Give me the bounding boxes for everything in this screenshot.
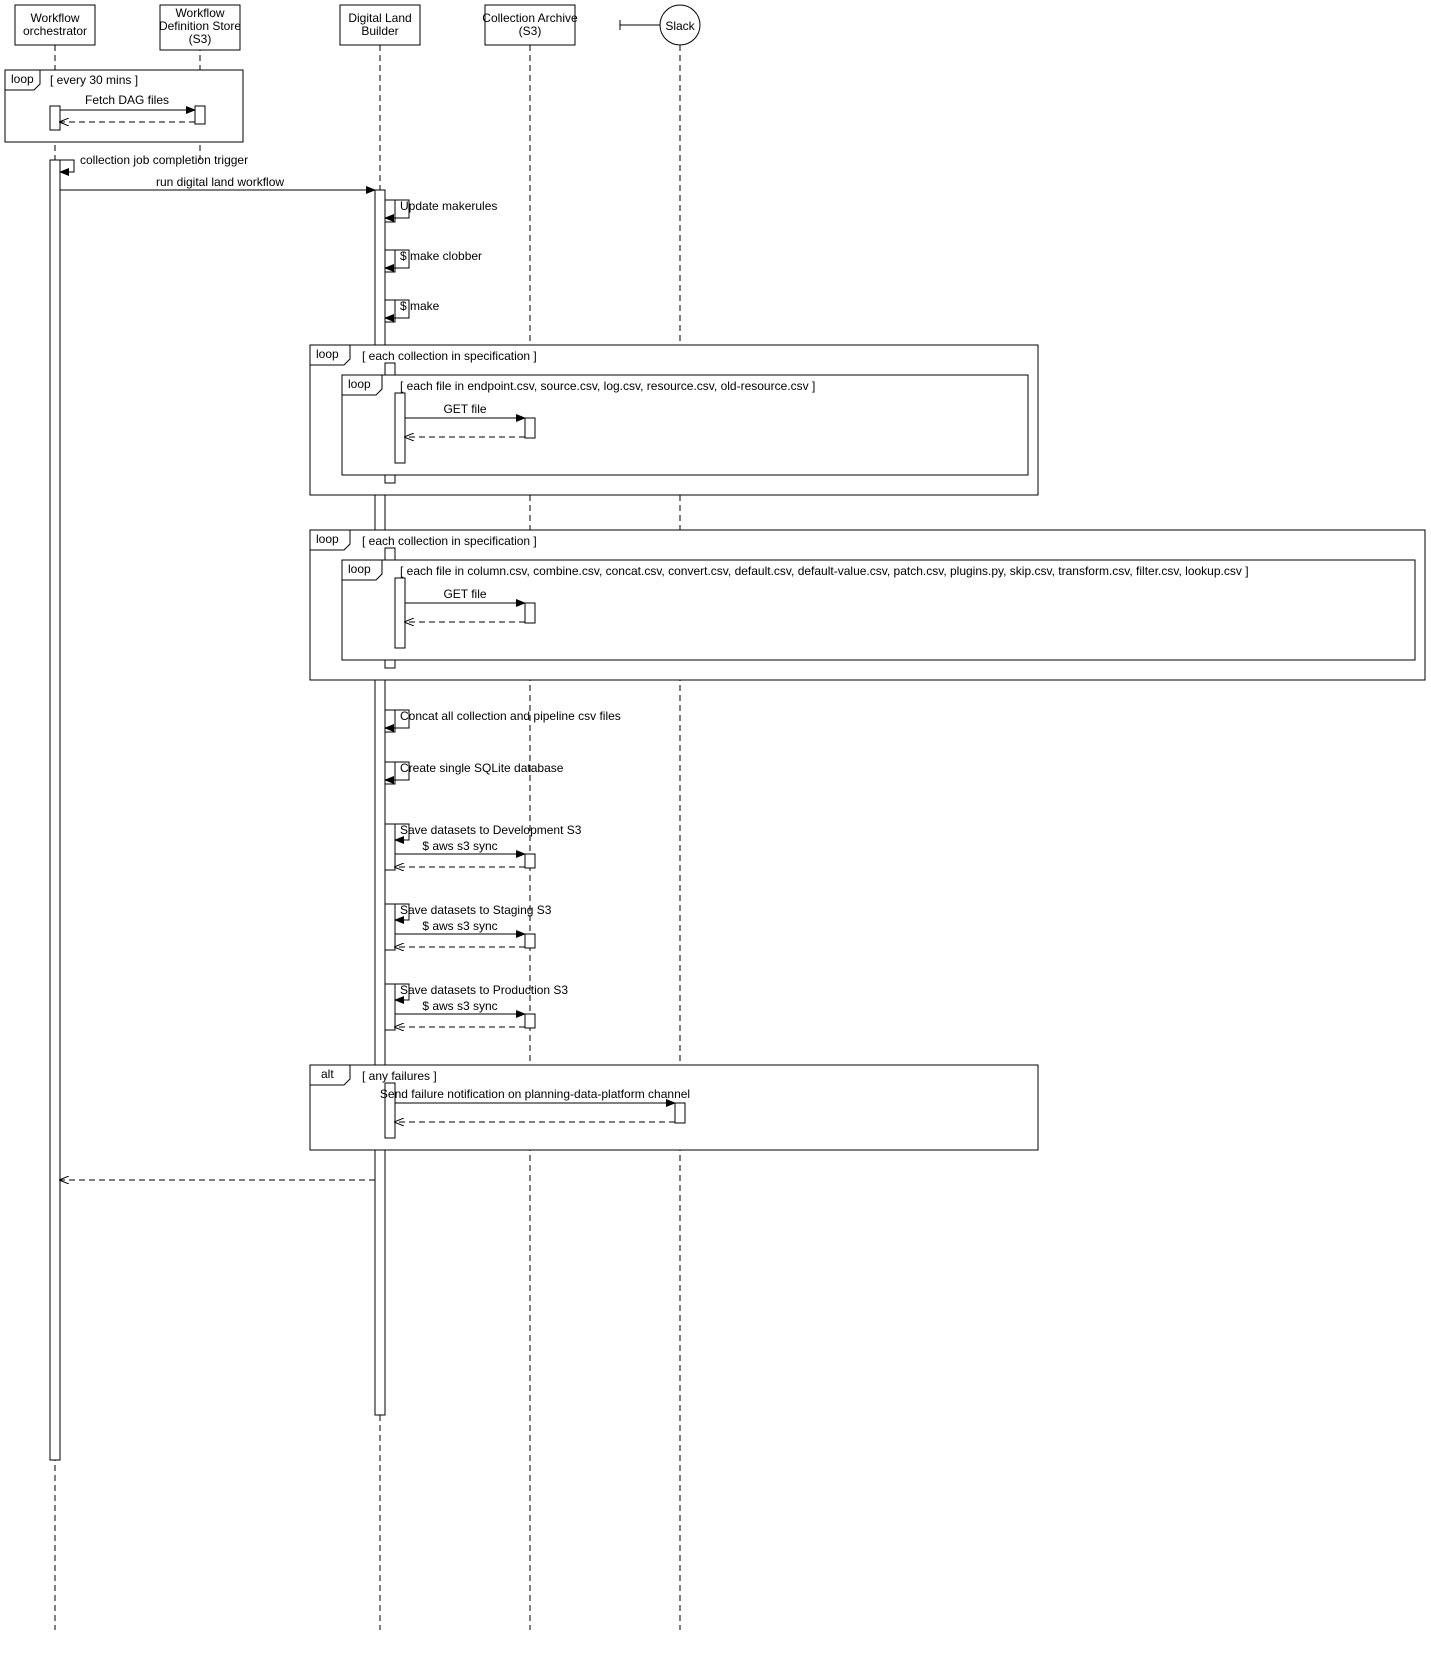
self-create-sqlite: Create single SQLite database bbox=[385, 761, 564, 784]
frame-loop-collection-1-label: loop bbox=[316, 347, 339, 361]
msg-aws-sync-dev: $ aws s3 sync bbox=[422, 839, 497, 853]
participant-archive-line2: (S3) bbox=[519, 24, 542, 38]
self-make: $ make bbox=[385, 299, 440, 322]
participant-builder-line2: Builder bbox=[361, 24, 398, 38]
participant-slack: Slack bbox=[620, 5, 700, 45]
participant-orchestrator-line2: orchestrator bbox=[23, 24, 87, 38]
participant-orchestrator-line1: Workflow bbox=[30, 11, 79, 25]
frame-loop-30mins-label: loop bbox=[11, 72, 34, 86]
frame-loop-30mins-guard: [ every 30 mins ] bbox=[50, 73, 138, 87]
frame-loop-collection-2-label: loop bbox=[316, 532, 339, 546]
frame-loop-file-2-guard: [ each file in column.csv, combine.csv, … bbox=[400, 564, 1249, 578]
self-update-makerules: Update makerules bbox=[385, 199, 497, 222]
msg-fetch-dag: Fetch DAG files bbox=[85, 93, 169, 107]
group-save-staging: Save datasets to Staging S3 $ aws s3 syn… bbox=[385, 903, 552, 950]
frame-loop-collection-1-guard: [ each collection in specification ] bbox=[362, 349, 537, 363]
msg-slack: Send failure notification on planning-da… bbox=[380, 1087, 690, 1101]
frame-loop-file-1-label: loop bbox=[348, 377, 371, 391]
msg-get-file-2: GET file bbox=[443, 587, 486, 601]
msg-update-makerules: Update makerules bbox=[400, 199, 497, 213]
msg-save-prod: Save datasets to Production S3 bbox=[400, 983, 568, 997]
frame-alt-label: alt bbox=[321, 1067, 334, 1081]
msg-make: $ make bbox=[400, 299, 440, 313]
msg-aws-sync-stage: $ aws s3 sync bbox=[422, 919, 497, 933]
participant-defstore-line2: Definition Store bbox=[159, 19, 241, 33]
msg-save-dev: Save datasets to Development S3 bbox=[400, 823, 582, 837]
frame-loop-file-2: loop [ each file in column.csv, combine.… bbox=[342, 560, 1415, 660]
msg-trigger: collection job completion trigger bbox=[80, 153, 248, 167]
msg-concat: Concat all collection and pipeline csv f… bbox=[400, 709, 621, 723]
frame-loop-file-1-guard: [ each file in endpoint.csv, source.csv,… bbox=[400, 379, 815, 393]
self-make-clobber: $ make clobber bbox=[385, 249, 482, 272]
frame-loop-file-2-label: loop bbox=[348, 562, 371, 576]
participant-slack-label: Slack bbox=[665, 19, 695, 33]
msg-create-sqlite: Create single SQLite database bbox=[400, 761, 564, 775]
frame-loop-file-1: loop [ each file in endpoint.csv, source… bbox=[342, 375, 1028, 475]
msg-get-file-1: GET file bbox=[443, 402, 486, 416]
group-save-dev: Save datasets to Development S3 $ aws s3… bbox=[385, 823, 582, 870]
participant-archive-line1: Collection Archive bbox=[482, 11, 578, 25]
frame-alt-guard: [ any failures ] bbox=[362, 1069, 437, 1083]
msg-run-workflow: run digital land workflow bbox=[156, 175, 284, 189]
msg-aws-sync-prod: $ aws s3 sync bbox=[422, 999, 497, 1013]
msg-save-stage: Save datasets to Staging S3 bbox=[400, 903, 552, 917]
frame-loop-collection-2-guard: [ each collection in specification ] bbox=[362, 534, 537, 548]
frame-alt-failures: alt [ any failures ] bbox=[310, 1065, 1038, 1150]
sequence-diagram: Workfloworchestrator Workflow Definition… bbox=[0, 0, 1431, 1655]
self-concat: Concat all collection and pipeline csv f… bbox=[385, 709, 621, 732]
participant-defstore-line3: (S3) bbox=[189, 32, 212, 46]
participant-defstore-line1: Workflow bbox=[175, 6, 224, 20]
participant-builder-line1: Digital Land bbox=[348, 11, 411, 25]
group-save-prod: Save datasets to Production S3 $ aws s3 … bbox=[385, 983, 568, 1030]
msg-make-clobber: $ make clobber bbox=[400, 249, 482, 263]
